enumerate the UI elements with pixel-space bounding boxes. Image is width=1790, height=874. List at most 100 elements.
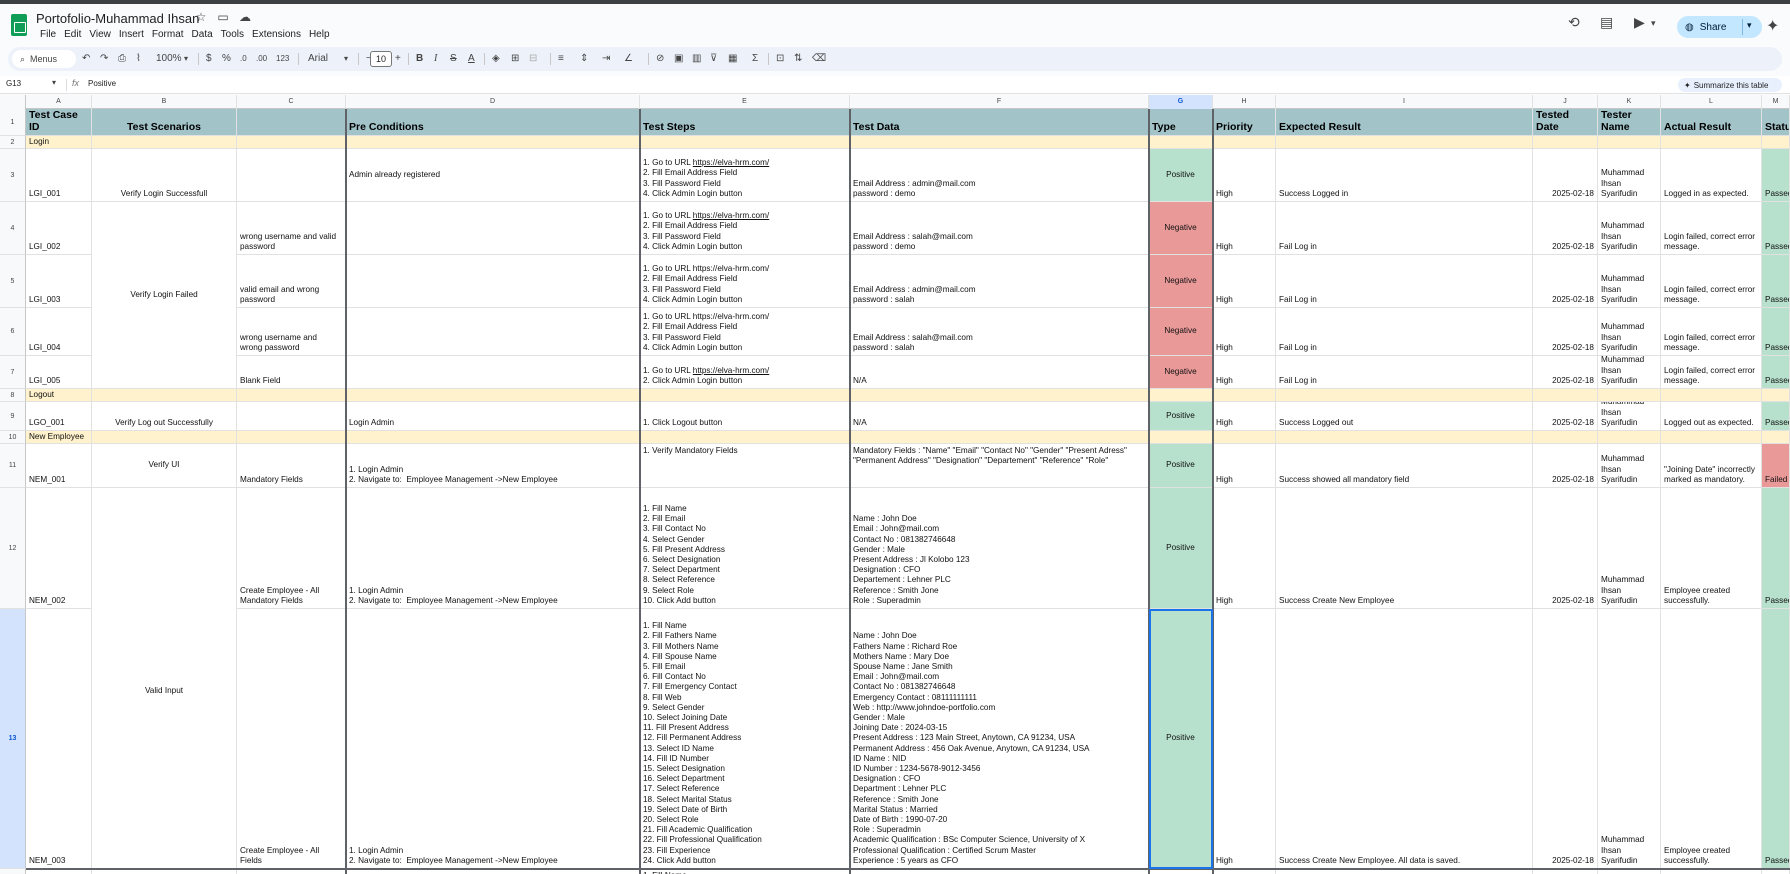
cell-precondition[interactable]	[346, 202, 640, 255]
print-icon[interactable]: ⎙	[118, 51, 126, 67]
section-fill[interactable]	[1661, 136, 1762, 149]
section-fill[interactable]	[237, 389, 346, 402]
column-header-m[interactable]: M	[1762, 95, 1790, 109]
cell-type[interactable]: Negative	[1149, 202, 1213, 255]
section-fill[interactable]	[1149, 136, 1213, 149]
name-box[interactable]: G13	[6, 79, 21, 88]
section-fill[interactable]	[850, 431, 1149, 444]
increase-decimal-button[interactable]: .00	[256, 51, 267, 67]
insert-comment-icon[interactable]: ▣	[674, 51, 683, 67]
header-data[interactable]: Test Data	[850, 109, 1149, 136]
section-new_employee[interactable]: New Employee	[26, 431, 92, 444]
currency-format-button[interactable]: $	[206, 51, 212, 67]
section-fill[interactable]	[1661, 389, 1762, 402]
cell-tester-name[interactable]: Muhammad Ihsan Syarifudin	[1598, 609, 1661, 869]
menus-search[interactable]: ⌕ Menus	[12, 50, 76, 68]
header-scenario[interactable]: Test Scenarios	[92, 109, 237, 136]
cell-sub-scenario[interactable]: valid email and wrong password	[237, 255, 346, 308]
share-button[interactable]: ◍ Share ▾	[1677, 16, 1762, 38]
section-fill[interactable]	[1213, 431, 1276, 444]
cell-scenario[interactable]: Verify Login Successfull	[92, 149, 237, 202]
cell-sub-scenario[interactable]: wrong username and wrong password	[237, 308, 346, 356]
cell-precondition[interactable]: 1. Login Admin 2. Navigate to: Employee …	[346, 444, 640, 488]
section-fill[interactable]	[1213, 389, 1276, 402]
document-title[interactable]: Portofolio-Muhammad Ihsan	[36, 11, 199, 26]
strikethrough-icon[interactable]: S	[450, 51, 457, 67]
cell-actual-result[interactable]: "Joining Date" incorrectly marked as man…	[1661, 444, 1762, 488]
decrease-decimal-button[interactable]: .0	[240, 51, 247, 67]
summarize-table-button[interactable]: ✦ Summarize this table	[1678, 78, 1782, 92]
section-fill[interactable]	[1762, 136, 1790, 149]
row-header-4[interactable]: 4	[0, 202, 26, 255]
cell-tested-date[interactable]: 2025-02-18	[1533, 488, 1598, 609]
cell-tester-name[interactable]: Muhammad Ihsan Syarifudin	[1598, 356, 1661, 389]
cell-sub-scenario[interactable]: Create Employee - All Mandatory Fields	[237, 488, 346, 609]
cell-actual-result[interactable]: Login failed, correct error message.	[1661, 308, 1762, 356]
cell-tester-name[interactable]: Muhammad Ihsan Syarifudin	[1598, 308, 1661, 356]
column-header-k[interactable]: K	[1598, 95, 1661, 109]
section-fill[interactable]	[1149, 431, 1213, 444]
section-fill[interactable]	[1276, 431, 1533, 444]
undo-icon[interactable]: ↶	[82, 51, 90, 67]
cell-type[interactable]: Negative	[1149, 255, 1213, 308]
section-fill[interactable]	[92, 136, 237, 149]
header-pre[interactable]: Pre Conditions	[346, 109, 640, 136]
section-fill[interactable]	[92, 389, 237, 402]
section-fill[interactable]	[1276, 389, 1533, 402]
cell-test-data[interactable]: Mandatory Fields : "Name" "Email" "Conta…	[850, 444, 1149, 488]
cell-expected-result[interactable]: Success Create New Employee	[1276, 488, 1533, 609]
header-type[interactable]: Type	[1149, 109, 1213, 136]
cell-test-steps[interactable]: 1. Fill Name 2. Fill Email 3. Fill Conta…	[640, 488, 850, 609]
section-fill[interactable]	[1149, 389, 1213, 402]
text-color-icon[interactable]: A	[468, 51, 475, 67]
menu-file[interactable]: File	[36, 28, 60, 42]
header-status[interactable]: Status	[1762, 109, 1790, 136]
cell-test-data[interactable]: Email Address : admin@mail.com password …	[850, 149, 1149, 202]
star-icon[interactable]: ☆	[193, 10, 209, 24]
name-box-dropdown-icon[interactable]: ▾	[52, 78, 56, 87]
column-header-j[interactable]: J	[1533, 95, 1598, 109]
cell-scenario[interactable]: Valid Input	[92, 488, 237, 874]
section-fill[interactable]	[1762, 431, 1790, 444]
cell-priority[interactable]: High	[1213, 308, 1276, 356]
increase-font-size-icon[interactable]: +	[395, 51, 401, 67]
cell-actual-result[interactable]: Logged out as expected.	[1661, 402, 1762, 431]
menu-format[interactable]: Format	[148, 28, 188, 42]
section-fill[interactable]	[850, 136, 1149, 149]
paint-format-icon[interactable]: ⌇	[136, 51, 141, 67]
section-fill[interactable]	[237, 431, 346, 444]
freeze-icon[interactable]: ⊡	[776, 51, 784, 67]
cell-scenario[interactable]: Verify Log out Successfully	[92, 402, 237, 431]
cell-test-case-id[interactable]: LGO_001	[26, 402, 92, 431]
share-dropdown-icon[interactable]: ▾	[1747, 20, 1752, 31]
cell-type[interactable]: Negative	[1149, 356, 1213, 389]
cell-sub-scenario[interactable]: wrong username and valid password	[237, 202, 346, 255]
header-tester[interactable]: Tester Name	[1598, 109, 1661, 136]
menu-extensions[interactable]: Extensions	[248, 28, 305, 42]
cell-status[interactable]: Failed	[1762, 444, 1790, 488]
header-sub[interactable]	[237, 109, 346, 136]
cell-tester-name[interactable]: Muhammad Ihsan Syarifudin	[1598, 149, 1661, 202]
row-header-11[interactable]: 11	[0, 444, 26, 488]
cell-expected-result[interactable]: Success showed all mandatory field	[1276, 444, 1533, 488]
cell-test-data[interactable]: Name : John Doe Fathers Name : Richard R…	[850, 609, 1149, 869]
header-expected[interactable]: Expected Result	[1276, 109, 1533, 136]
comments-icon[interactable]: ▤	[1600, 14, 1613, 31]
column-header-c[interactable]: C	[237, 95, 346, 109]
section-logout[interactable]: Logout	[26, 389, 92, 402]
cell-tested-date[interactable]: 2025-02-18	[1533, 202, 1598, 255]
filter-views-icon[interactable]: ▦	[728, 51, 737, 67]
column-header-b[interactable]: B	[92, 95, 237, 109]
cell-priority[interactable]: High	[1213, 402, 1276, 431]
horizontal-align-icon[interactable]: ≡	[558, 51, 564, 67]
column-header-f[interactable]: F	[850, 95, 1149, 109]
cell-tester-name[interactable]: Muhammad Ihsan Syarifudin	[1598, 488, 1661, 609]
cell-sub-scenario[interactable]: Create Employee - All Fields	[237, 609, 346, 869]
history-icon[interactable]: ⟲	[1568, 14, 1580, 31]
redo-icon[interactable]: ↷	[100, 51, 108, 67]
row-header-6[interactable]: 6	[0, 308, 26, 356]
header-actual[interactable]: Actual Result	[1661, 109, 1762, 136]
cell-expected-result[interactable]: Fail Log in	[1276, 356, 1533, 389]
column-header-h[interactable]: H	[1213, 95, 1276, 109]
cell-sub-scenario[interactable]	[237, 402, 346, 431]
